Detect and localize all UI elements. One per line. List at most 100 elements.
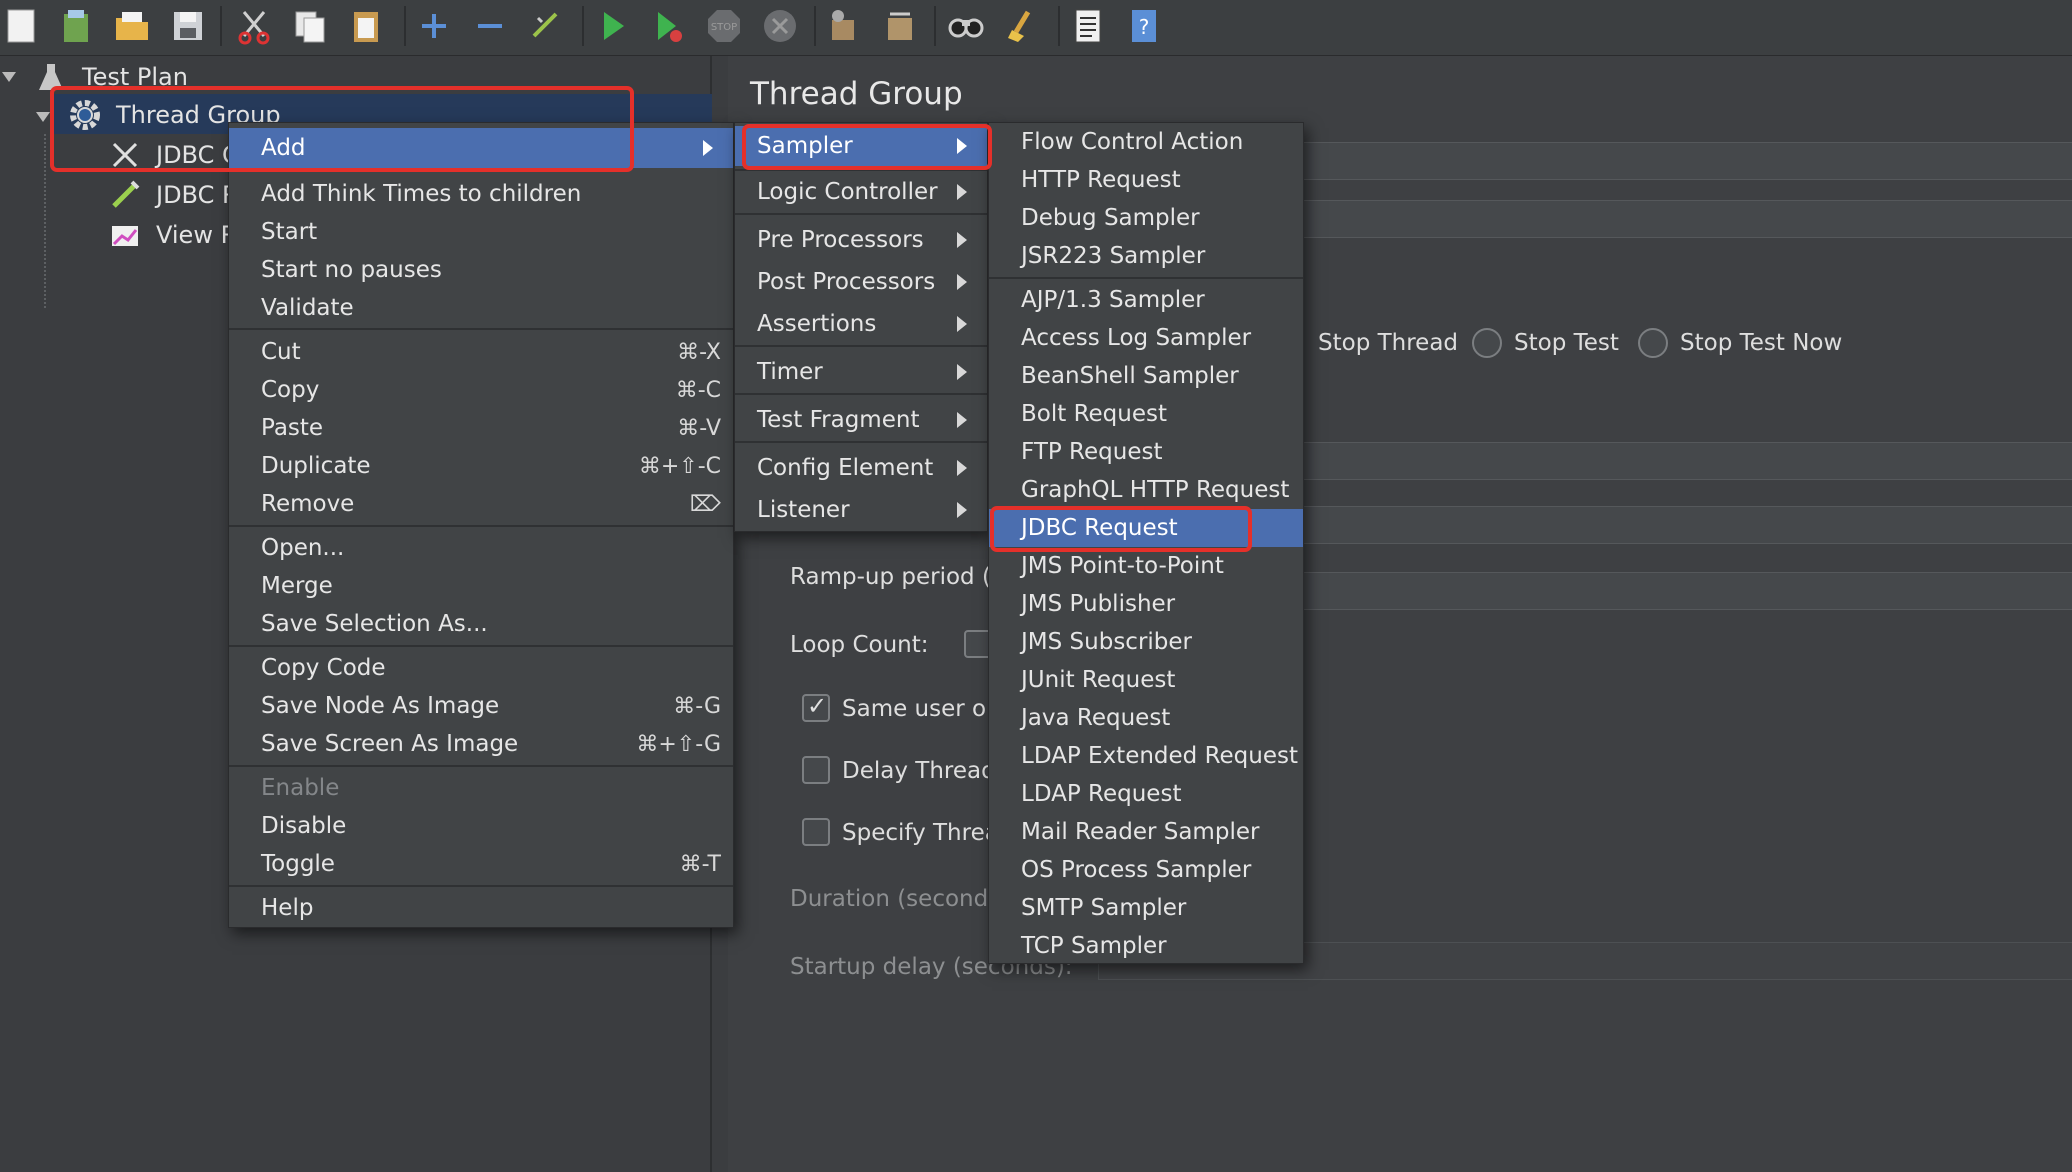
menu-item-add-think-times[interactable]: Add Think Times to children: [229, 175, 733, 213]
submenu-arrow-icon: [957, 274, 967, 290]
delay-thread-checkbox[interactable]: [802, 756, 830, 784]
expand-arrow-icon[interactable]: [36, 112, 50, 122]
menu-item-os-process-sampler[interactable]: OS Process Sampler: [989, 851, 1303, 889]
menu-item-disable[interactable]: Disable: [229, 807, 733, 845]
menu-item-junit-request[interactable]: JUnit Request: [989, 661, 1303, 699]
menu-item-pre-processors[interactable]: Pre Processors: [735, 221, 987, 259]
clear-icon[interactable]: [822, 4, 866, 48]
menu-item-start-no-pauses[interactable]: Start no pauses: [229, 251, 733, 289]
gear-icon: [68, 98, 102, 132]
menu-item-start[interactable]: Start: [229, 213, 733, 251]
menu-item-access-log-sampler[interactable]: Access Log Sampler: [989, 319, 1303, 357]
menu-item-tcp-sampler[interactable]: TCP Sampler: [989, 927, 1303, 965]
toggle-icon[interactable]: [524, 4, 568, 48]
submenu-arrow-icon: [957, 184, 967, 200]
menu-item-save-screen-image[interactable]: Save Screen As Image ⌘+⇧-G: [229, 725, 733, 763]
menu-item-jsr223-sampler[interactable]: JSR223 Sampler: [989, 237, 1303, 275]
menu-item-ftp-request[interactable]: FTP Request: [989, 433, 1303, 471]
collapse-icon[interactable]: [468, 4, 512, 48]
search-icon[interactable]: [944, 4, 988, 48]
stop-test-now-radio[interactable]: [1638, 328, 1668, 358]
flask-icon: [34, 60, 68, 94]
tree-node-test-plan[interactable]: Test Plan: [34, 58, 188, 96]
menu-item-http-request[interactable]: HTTP Request: [989, 161, 1303, 199]
threads-field[interactable]: [1300, 442, 2072, 480]
menu-item-sampler[interactable]: Sampler: [735, 126, 987, 166]
menu-item-paste[interactable]: Paste ⌘-V: [229, 409, 733, 447]
menu-item-jms-subscriber[interactable]: JMS Subscriber: [989, 623, 1303, 661]
menu-item-jms-publisher[interactable]: JMS Publisher: [989, 585, 1303, 623]
reset-search-icon[interactable]: [1000, 4, 1044, 48]
menu-item-java-request[interactable]: Java Request: [989, 699, 1303, 737]
menu-item-add[interactable]: Add: [229, 128, 733, 168]
shutdown-icon[interactable]: [758, 4, 802, 48]
menu-item-bolt-request[interactable]: Bolt Request: [989, 395, 1303, 433]
menu-item-test-fragment[interactable]: Test Fragment: [735, 401, 987, 439]
function-helper-icon[interactable]: [1066, 4, 1110, 48]
menu-item-open[interactable]: Open...: [229, 529, 733, 567]
submenu-arrow-icon: [703, 140, 713, 156]
stop-test-radio[interactable]: [1472, 328, 1502, 358]
menu-item-copy-code[interactable]: Copy Code: [229, 649, 733, 687]
menu-item-config-element[interactable]: Config Element: [735, 449, 987, 487]
menu-item-jdbc-request[interactable]: JDBC Request: [989, 509, 1303, 547]
menu-item-ajp-sampler[interactable]: AJP/1.3 Sampler: [989, 281, 1303, 319]
menu-item-copy[interactable]: Copy ⌘-C: [229, 371, 733, 409]
tree-node-jdbc-request[interactable]: JDBC R: [108, 176, 239, 214]
help-icon[interactable]: ?: [1122, 4, 1166, 48]
start-no-pauses-icon[interactable]: [646, 4, 690, 48]
menu-item-smtp-sampler[interactable]: SMTP Sampler: [989, 889, 1303, 927]
expand-icon[interactable]: [412, 4, 456, 48]
menu-item-merge[interactable]: Merge: [229, 567, 733, 605]
submenu-arrow-icon: [957, 412, 967, 428]
menu-item-remove[interactable]: Remove ⌦: [229, 485, 733, 523]
menu-item-toggle[interactable]: Toggle ⌘-T: [229, 845, 733, 883]
save-icon[interactable]: [166, 4, 210, 48]
menu-item-mail-reader-sampler[interactable]: Mail Reader Sampler: [989, 813, 1303, 851]
open-icon[interactable]: [110, 4, 154, 48]
menu-item-logic-controller[interactable]: Logic Controller: [735, 173, 987, 211]
menu-item-save-node-image[interactable]: Save Node As Image ⌘-G: [229, 687, 733, 725]
ramp-up-field[interactable]: [1300, 506, 2072, 544]
menu-item-ldap-extended-request[interactable]: LDAP Extended Request: [989, 737, 1303, 775]
loop-count-field[interactable]: [1300, 572, 2072, 610]
copy-icon[interactable]: [288, 4, 332, 48]
menu-item-cut[interactable]: Cut ⌘-X: [229, 333, 733, 371]
start-icon[interactable]: [590, 4, 634, 48]
menu-item-assertions[interactable]: Assertions: [735, 305, 987, 343]
menu-item-validate[interactable]: Validate: [229, 289, 733, 327]
specify-thread-label: Specify Threa: [842, 820, 999, 846]
templates-icon[interactable]: [54, 4, 98, 48]
stop-test-now-label: Stop Test Now: [1680, 330, 1843, 356]
menu-item-beanshell-sampler[interactable]: BeanShell Sampler: [989, 357, 1303, 395]
comments-field[interactable]: [1300, 200, 2072, 238]
menu-item-jms-point-to-point[interactable]: JMS Point-to-Point: [989, 547, 1303, 585]
stop-test-label: Stop Test: [1514, 330, 1619, 356]
same-user-checkbox[interactable]: [802, 692, 830, 722]
menu-item-enable: Enable: [261, 775, 340, 801]
menu-item-graphql-http-request[interactable]: GraphQL HTTP Request: [989, 471, 1303, 509]
same-user-label: Same user on: [842, 696, 1001, 722]
clear-all-icon[interactable]: [878, 4, 922, 48]
pipette-icon: [108, 178, 142, 212]
menu-item-help[interactable]: Help: [229, 889, 733, 927]
tree-node-jdbc-connection[interactable]: JDBC C: [108, 136, 239, 174]
new-icon[interactable]: [0, 4, 44, 48]
name-field[interactable]: [1300, 142, 2072, 180]
delay-thread-label: Delay Thread: [842, 758, 996, 784]
menu-item-timer[interactable]: Timer: [735, 353, 987, 391]
cut-icon[interactable]: [232, 4, 276, 48]
tree-node-view-results[interactable]: View R: [108, 216, 237, 254]
menu-item-duplicate[interactable]: Duplicate ⌘+⇧-C: [229, 447, 733, 485]
paste-icon[interactable]: [344, 4, 388, 48]
menu-item-flow-control-action[interactable]: Flow Control Action: [989, 123, 1303, 161]
menu-item-post-processors[interactable]: Post Processors: [735, 263, 987, 301]
menu-item-debug-sampler[interactable]: Debug Sampler: [989, 199, 1303, 237]
menu-item-ldap-request[interactable]: LDAP Request: [989, 775, 1303, 813]
menu-item-listener[interactable]: Listener: [735, 491, 987, 529]
submenu-arrow-icon: [957, 364, 967, 380]
expand-arrow-icon[interactable]: [2, 72, 16, 82]
specify-thread-checkbox[interactable]: [802, 818, 830, 846]
stop-icon[interactable]: STOP: [702, 4, 746, 48]
menu-item-save-selection[interactable]: Save Selection As...: [229, 605, 733, 643]
